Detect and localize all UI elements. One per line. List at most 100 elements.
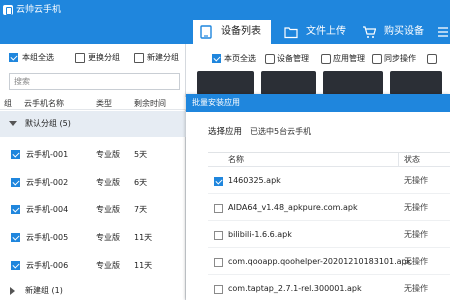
app-logo-icon	[3, 5, 13, 15]
title-bar: 云帅云手机 设备列表 文件上传 购买设备	[0, 0, 450, 44]
tab-device-list[interactable]: 设备列表	[193, 20, 271, 44]
more-toolbar-button[interactable]	[427, 53, 439, 65]
change-group-button[interactable]: 更换分组	[75, 52, 120, 64]
table-row[interactable]: 云手机-004 专业版 7天	[0, 196, 186, 224]
group-row-default[interactable]: 默认分组 (5)	[0, 111, 186, 137]
device-thumbnail[interactable]	[197, 71, 254, 95]
device-type: 专业版	[96, 178, 120, 187]
checkbox[interactable]	[9, 53, 18, 62]
device-name: 云手机-002	[26, 178, 69, 187]
device-thumbnail[interactable]	[261, 71, 316, 95]
table-row[interactable]: 1460325.apk 无操作	[208, 168, 450, 194]
app-status: 无操作	[404, 230, 428, 239]
app-checkbox[interactable]	[214, 177, 223, 186]
row-checkbox[interactable]	[11, 261, 20, 270]
new-group-label: 新建分组	[147, 53, 179, 62]
selected-count: 已选中5台云手机	[250, 127, 312, 136]
device-name: 云手机-004	[26, 205, 69, 214]
device-remaining: 11天	[134, 233, 153, 242]
app-checkbox[interactable]	[214, 231, 223, 240]
table-row[interactable]: 云手机-002 专业版 6天	[0, 169, 186, 197]
device-name: 云手机-005	[26, 233, 69, 242]
app-status: 无操作	[404, 203, 428, 212]
table-row[interactable]: AIDA64_v1.48_apkpure.com.apk 无操作	[208, 195, 450, 221]
device-name: 云手机-001	[26, 150, 69, 159]
device-type: 专业版	[96, 205, 120, 214]
row-checkbox[interactable]	[11, 205, 20, 214]
table-row[interactable]: com.qooapp.qoohelper-20201210183101.apk …	[208, 249, 450, 275]
device-remaining: 7天	[134, 205, 148, 214]
cart-icon	[363, 26, 376, 38]
sync-icon	[372, 54, 382, 64]
tab-label: 设备列表	[221, 26, 261, 37]
device-list-icon	[200, 25, 212, 39]
device-type: 专业版	[96, 150, 120, 159]
column-divider	[398, 153, 399, 167]
col-name[interactable]: 云手机名称	[24, 97, 64, 110]
search-input[interactable]: 搜索	[9, 73, 180, 90]
group-toolbar: 本组全选 更换分组 新建分组	[0, 44, 186, 70]
app-manage-button[interactable]: 应用管理	[321, 53, 365, 65]
table-row[interactable]: com.taptap_2.7.1-rel.300001.apk 无操作	[208, 276, 450, 300]
row-checkbox[interactable]	[11, 178, 20, 187]
device-type: 专业版	[96, 261, 120, 270]
table-row[interactable]: 云手机-005 专业版 11天	[0, 224, 186, 252]
app-status: 无操作	[404, 257, 428, 266]
table-row[interactable]: bilibili-1.6.6.apk 无操作	[208, 222, 450, 248]
app-checkbox[interactable]	[214, 258, 223, 267]
select-group-all[interactable]: 本组全选	[9, 52, 54, 64]
device-manage-label: 设备管理	[277, 54, 309, 63]
app-checkbox[interactable]	[214, 285, 223, 294]
tab-more[interactable]	[432, 20, 450, 44]
device-remaining: 11天	[134, 261, 153, 270]
device-thumbnail[interactable]	[323, 71, 383, 95]
tab-label: 购买设备	[384, 26, 424, 37]
swap-group-icon	[75, 53, 85, 63]
sync-op-label: 同步操作	[384, 54, 416, 63]
list-menu-icon	[438, 27, 448, 37]
sync-op-button[interactable]: 同步操作	[372, 53, 416, 65]
app-name: com.qooapp.qoohelper-20201210183101.apk	[228, 257, 412, 266]
checkbox[interactable]	[212, 54, 221, 63]
col-app-status: 状态	[404, 155, 420, 164]
app-table: 名称 状态 1460325.apk 无操作 AIDA64_v1.48_apkpu…	[208, 152, 450, 300]
device-table-header: 组 云手机名称 类型 剩余时间	[0, 97, 186, 110]
new-folder-icon	[134, 53, 144, 63]
tab-buy-device[interactable]: 购买设备	[356, 20, 432, 44]
tab-label: 文件上传	[306, 26, 346, 37]
app-manage-label: 应用管理	[333, 54, 365, 63]
app-name: AIDA64_v1.48_apkpure.com.apk	[228, 203, 358, 212]
group-row-new[interactable]: 新建组 (1)	[0, 282, 186, 300]
table-row[interactable]: 云手机-001 专业版 5天	[0, 141, 186, 169]
app-title: 云帅云手机	[16, 5, 62, 15]
col-type[interactable]: 类型	[96, 97, 112, 110]
tab-file-upload[interactable]: 文件上传	[278, 20, 358, 44]
select-all-label: 本组全选	[22, 53, 54, 62]
row-checkbox[interactable]	[11, 233, 20, 242]
device-type: 专业版	[96, 233, 120, 242]
device-remaining: 6天	[134, 178, 148, 187]
device-manage-button[interactable]: 设备管理	[265, 53, 309, 65]
app-status: 无操作	[404, 284, 428, 293]
app-status: 无操作	[404, 176, 428, 185]
expand-arrow-icon[interactable]	[10, 287, 15, 295]
batch-install-dialog: 批量安装应用 选择应用 已选中5台云手机 名称 状态 1460325.apk 无…	[186, 94, 450, 300]
device-remaining: 5天	[134, 150, 148, 159]
select-page-all[interactable]: 本页全选	[212, 53, 256, 65]
app-name: bilibili-1.6.6.apk	[228, 230, 292, 239]
collapse-arrow-icon[interactable]	[9, 121, 17, 126]
change-group-label: 更换分组	[88, 53, 120, 62]
device-thumbnail[interactable]	[390, 71, 442, 95]
app-name: com.taptap_2.7.1-rel.300001.apk	[228, 284, 362, 293]
row-checkbox[interactable]	[11, 150, 20, 159]
table-row[interactable]: 云手机-006 专业版 11天	[0, 252, 186, 280]
col-app-name: 名称	[228, 155, 244, 164]
device-thumbnails	[188, 71, 450, 95]
group-name: 默认分组 (5)	[25, 119, 71, 128]
group-panel: 本组全选 更换分组 新建分组 搜索 组 云手机名称 类型 剩余时间 默认分组 (…	[0, 44, 186, 300]
app-checkbox[interactable]	[214, 204, 223, 213]
dialog-title: 批量安装应用	[186, 94, 450, 112]
upload-folder-icon	[284, 27, 298, 39]
new-group-button[interactable]: 新建分组	[134, 52, 179, 64]
col-remaining[interactable]: 剩余时间	[134, 97, 166, 110]
